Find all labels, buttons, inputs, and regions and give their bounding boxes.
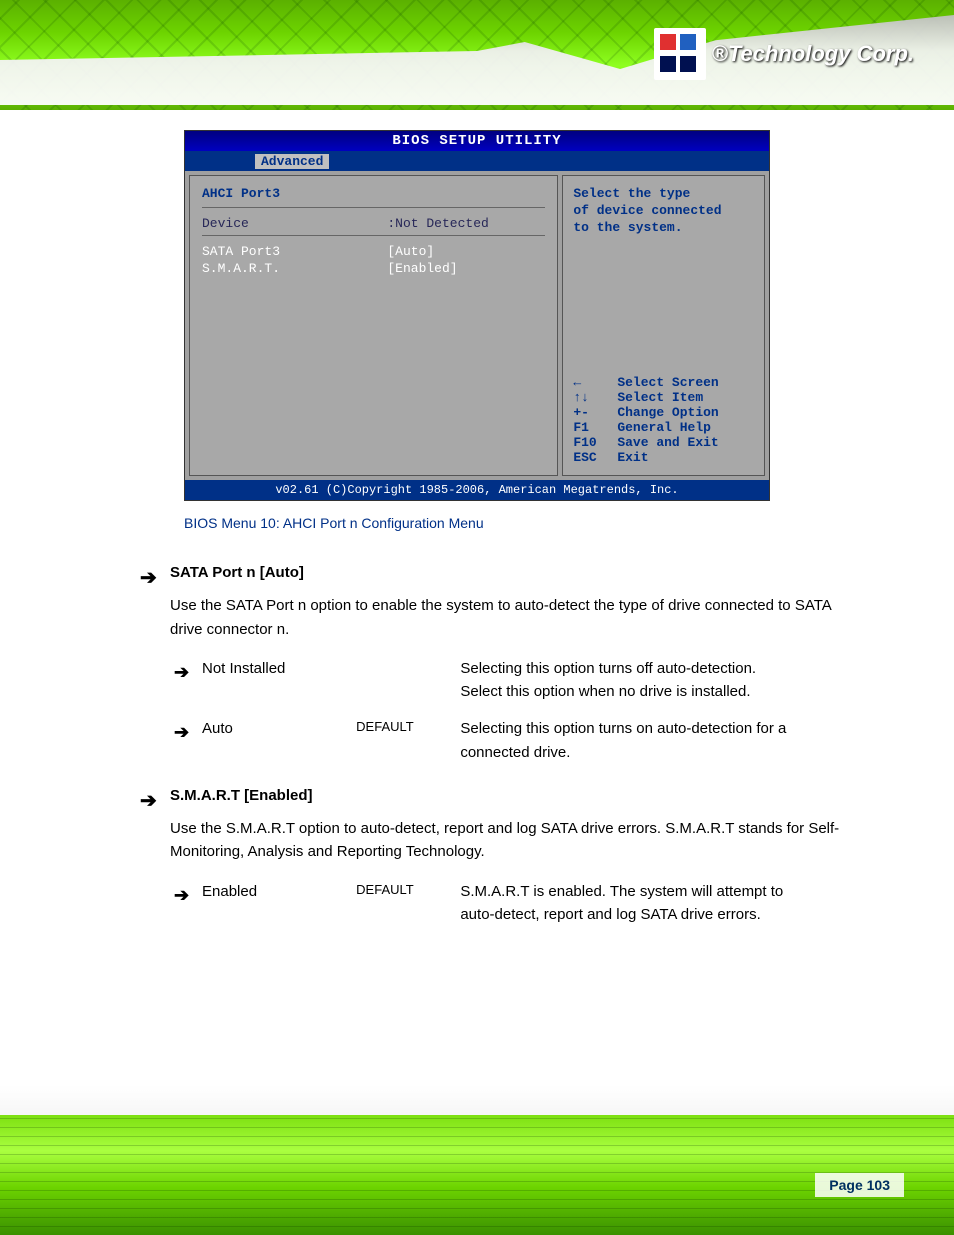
footer-banner — [0, 1115, 954, 1235]
key-desc: Select Screen — [617, 375, 718, 390]
section-desc: Use the S.M.A.R.T option to auto-detect,… — [170, 817, 854, 864]
smart-label: S.M.A.R.T. — [202, 261, 387, 276]
option-name: Enabled — [202, 880, 352, 903]
option-name: Auto — [202, 717, 352, 740]
key: F1 — [573, 420, 617, 435]
arrow-icon: ➔ — [140, 563, 157, 594]
sata-port-value: [Auto] — [387, 244, 434, 259]
page-number: Page 103 — [815, 1173, 904, 1197]
bios-footer: v02.61 (C)Copyright 1985-2006, American … — [185, 480, 769, 500]
brand-name: Technology Corp. — [728, 41, 914, 66]
bios-screenshot: BIOS SETUP UTILITY Advanced AHCI Port3 D… — [184, 130, 770, 501]
reg-mark: ® — [712, 41, 728, 66]
key-desc: Select Item — [617, 390, 703, 405]
key: +- — [573, 405, 617, 420]
smart-value: [Enabled] — [387, 261, 457, 276]
bios-help-pane: Select the type of device connected to t… — [562, 175, 765, 476]
section-desc: Use the SATA Port n option to enable the… — [170, 594, 854, 641]
sata-port-label: SATA Port3 — [202, 244, 387, 259]
arrow-icon: ➔ — [174, 659, 189, 687]
key: F10 — [573, 435, 617, 450]
option-desc: Selecting this option turns on auto-dete… — [460, 717, 800, 764]
option-default: DEFAULT — [356, 717, 456, 737]
device-label: Device — [202, 216, 387, 231]
body-text: ➔ SATA Port n [Auto] Use the SATA Port n… — [170, 561, 854, 926]
device-row: Device :Not Detected — [202, 216, 545, 231]
key-desc: Change Option — [617, 405, 718, 420]
section-title: S.M.A.R.T [Enabled] — [170, 784, 854, 807]
key-desc: General Help — [617, 420, 711, 435]
bios-title: BIOS SETUP UTILITY — [185, 131, 769, 151]
key-desc: Save and Exit — [617, 435, 718, 450]
section-smart: ➔ S.M.A.R.T [Enabled] Use the S.M.A.R.T … — [170, 784, 854, 926]
figure-caption: BIOS Menu 10: AHCI Port n Configuration … — [184, 515, 770, 531]
arrow-icon: ➔ — [174, 882, 189, 910]
sata-port-row[interactable]: SATA Port3 [Auto] — [202, 244, 545, 259]
option-auto: ➔ Auto DEFAULT Selecting this option tur… — [202, 717, 854, 764]
key-legend: ←Select Screen ↑↓Select Item +-Change Op… — [573, 375, 754, 465]
help-line: of device connected — [573, 203, 754, 218]
bios-tab-bar: Advanced — [185, 151, 769, 171]
option-desc: Selecting this option turns off auto-det… — [460, 657, 800, 704]
option-name: Not Installed — [202, 657, 352, 680]
section-sata-port: ➔ SATA Port n [Auto] Use the SATA Port n… — [170, 561, 854, 764]
option-enabled: ➔ Enabled DEFAULT S.M.A.R.T is enabled. … — [202, 880, 854, 927]
header-banner: ®Technology Corp. — [0, 0, 954, 110]
option-default: DEFAULT — [356, 880, 456, 900]
brand-logo: ®Technology Corp. — [654, 28, 914, 80]
key-desc: Exit — [617, 450, 648, 465]
bios-left-pane: AHCI Port3 Device :Not Detected SATA Por… — [189, 175, 558, 476]
ahci-port-heading: AHCI Port3 — [202, 186, 545, 201]
smart-row[interactable]: S.M.A.R.T. [Enabled] — [202, 261, 545, 276]
key: ↑↓ — [573, 390, 617, 405]
help-line: Select the type — [573, 186, 754, 201]
option-desc: S.M.A.R.T is enabled. The system will at… — [460, 880, 800, 927]
device-value: :Not Detected — [387, 216, 488, 231]
help-line: to the system. — [573, 220, 754, 235]
key: ESC — [573, 450, 617, 465]
option-not-installed: ➔ Not Installed Selecting this option tu… — [202, 657, 854, 704]
section-title: SATA Port n [Auto] — [170, 561, 854, 584]
arrow-icon: ➔ — [140, 786, 157, 817]
arrow-icon: ➔ — [174, 719, 189, 747]
logo-icon — [654, 28, 706, 80]
tab-advanced[interactable]: Advanced — [255, 154, 329, 169]
key: ← — [573, 375, 617, 390]
